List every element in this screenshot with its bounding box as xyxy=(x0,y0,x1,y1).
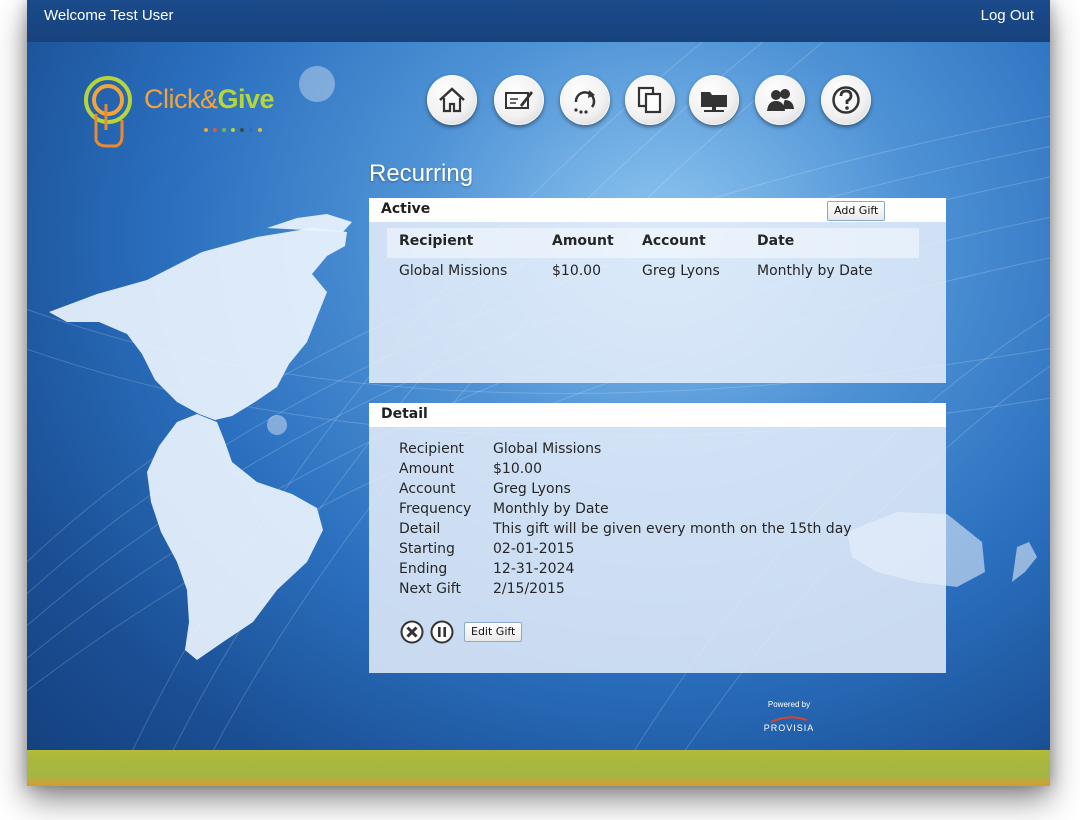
column-header-date[interactable]: Date xyxy=(757,233,794,249)
logo-hand-icon xyxy=(84,76,132,148)
active-panel: Active Add Gift Recipient Amount Account… xyxy=(369,198,946,383)
detail-value-frequency: Monthly by Date xyxy=(493,501,609,517)
folder-icon[interactable] xyxy=(689,75,739,125)
row-date: Monthly by Date xyxy=(757,263,873,279)
detail-value-recipient: Global Missions xyxy=(493,441,602,457)
footer-stripe xyxy=(27,750,1050,786)
pause-icon[interactable] xyxy=(430,620,454,644)
detail-value-next-gift: 2/15/2015 xyxy=(493,581,565,597)
detail-label-frequency: Frequency xyxy=(399,501,472,517)
logout-link[interactable]: Log Out xyxy=(981,7,1034,24)
users-icon[interactable] xyxy=(755,75,805,125)
check-edit-icon[interactable] xyxy=(494,75,544,125)
help-icon[interactable] xyxy=(821,75,871,125)
detail-label-recipient: Recipient xyxy=(399,441,465,457)
logo-text-click: Click& xyxy=(144,84,218,114)
powered-by-text: Powered by xyxy=(767,700,811,709)
add-gift-button[interactable]: Add Gift xyxy=(827,201,886,221)
edit-gift-button[interactable]: Edit Gift xyxy=(464,622,523,642)
app-window: Welcome Test User Log Out Click&Give Rec… xyxy=(27,0,1050,786)
provisia-logo: Powered by PROVISIA xyxy=(749,700,829,740)
copy-icon[interactable] xyxy=(625,75,675,125)
detail-value-amount: $10.00 xyxy=(493,461,542,477)
row-amount: $10.00 xyxy=(552,263,601,279)
detail-label-ending: Ending xyxy=(399,561,448,577)
detail-label-detail: Detail xyxy=(399,521,441,537)
logo-text-give: Give xyxy=(217,84,275,114)
detail-value-detail: This gift will be given every month on t… xyxy=(493,521,852,537)
column-header-recipient[interactable]: Recipient xyxy=(399,233,473,249)
row-recipient: Global Missions xyxy=(399,263,508,279)
column-header-account[interactable]: Account xyxy=(642,233,706,249)
detail-value-ending: 12-31-2024 xyxy=(493,561,575,577)
active-panel-title: Active xyxy=(381,201,431,217)
detail-label-amount: Amount xyxy=(399,461,455,477)
page-title: Recurring xyxy=(369,160,474,187)
provisia-brand-text: PROVISIA xyxy=(763,723,815,733)
detail-value-account: Greg Lyons xyxy=(493,481,571,497)
detail-label-account: Account xyxy=(399,481,456,497)
click-and-give-logo: Click&Give xyxy=(82,74,292,150)
active-panel-header: Active Add Gift xyxy=(369,198,946,222)
welcome-text: Welcome Test User xyxy=(44,7,174,24)
detail-label-starting: Starting xyxy=(399,541,455,557)
row-account: Greg Lyons xyxy=(642,263,720,279)
cancel-icon[interactable] xyxy=(400,620,424,644)
detail-panel: Detail Recipient Global Missions Amount … xyxy=(369,403,946,673)
provisia-swoosh-icon xyxy=(770,716,808,723)
home-icon[interactable] xyxy=(427,75,477,125)
detail-label-next-gift: Next Gift xyxy=(399,581,461,597)
detail-panel-header: Detail xyxy=(369,403,946,427)
top-bar: Welcome Test User Log Out xyxy=(27,0,1050,42)
detail-value-starting: 02-01-2015 xyxy=(493,541,575,557)
detail-panel-title: Detail xyxy=(381,406,428,422)
table-row[interactable]: Global Missions $10.00 Greg Lyons Monthl… xyxy=(387,260,919,284)
logo-dots xyxy=(204,117,267,136)
column-header-amount[interactable]: Amount xyxy=(552,233,614,249)
recurring-icon[interactable] xyxy=(560,75,610,125)
